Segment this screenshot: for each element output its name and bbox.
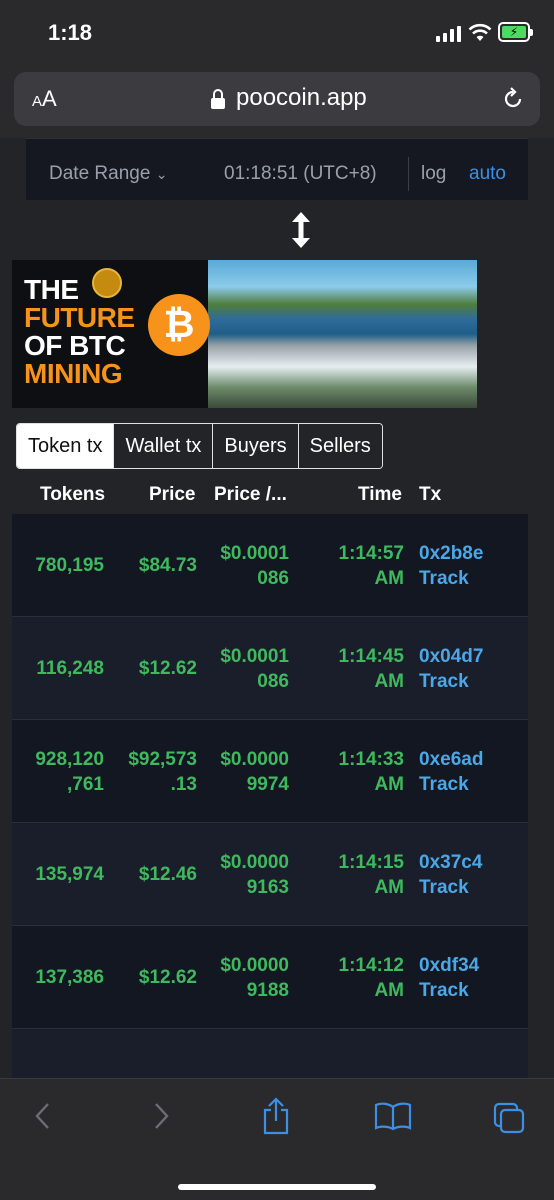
log-scale-toggle[interactable]: log bbox=[421, 163, 446, 185]
chart-controls: Date Range ⌄ 01:18:51 (UTC+8) log auto bbox=[26, 138, 528, 200]
track-link[interactable]: Track bbox=[419, 772, 483, 797]
cell-tx: 0xdf34 Track bbox=[419, 953, 479, 1003]
cell-time: 1:14:15 AM bbox=[338, 852, 405, 898]
col-price: Price bbox=[149, 484, 196, 505]
chevron-down-icon: ⌄ bbox=[155, 166, 168, 182]
table-row: 780,195 $84.73 $0.0001 086 1:14:57 AM 0x2b8e Tr… bbox=[12, 514, 528, 617]
cell-price-per-token: $0.0000 9188 bbox=[220, 955, 289, 1001]
resize-handle-icon[interactable] bbox=[288, 210, 314, 250]
tabs-icon[interactable] bbox=[492, 1101, 526, 1135]
col-price-per: Price /... bbox=[214, 484, 287, 505]
cell-price: $12.62 bbox=[138, 967, 197, 988]
address-bar[interactable]: AA poocoin.app bbox=[14, 72, 540, 126]
cell-time: 1:14:33 AM bbox=[338, 749, 405, 795]
cell-price-per-token: $0.0000 9163 bbox=[220, 852, 289, 898]
tx-tabs: Token tx Wallet tx Buyers Sellers bbox=[16, 423, 383, 469]
forward-icon[interactable] bbox=[150, 1101, 172, 1131]
cell-time: 1:14:12 AM bbox=[338, 955, 405, 1001]
divider bbox=[408, 157, 409, 191]
table-row: 928,120,761 $92,573.13 $0.0000 9974 1:14:33 A… bbox=[12, 720, 528, 823]
col-tokens: Tokens bbox=[40, 484, 106, 505]
track-link[interactable]: Track bbox=[419, 669, 483, 694]
browser-bottom-bar bbox=[0, 1078, 554, 1200]
browser-toolbar: AA poocoin.app bbox=[0, 66, 554, 144]
auto-scale-toggle[interactable]: auto bbox=[469, 163, 506, 185]
tx-hash-link[interactable]: 0xdf34 bbox=[419, 953, 479, 978]
cell-tokens: 928,120,761 bbox=[35, 749, 104, 795]
back-icon[interactable] bbox=[32, 1101, 54, 1131]
tab-buyers[interactable]: Buyers bbox=[213, 424, 299, 468]
cell-tx: 0x2b8e Track bbox=[419, 541, 483, 591]
chart-clock: 01:18:51 (UTC+8) bbox=[224, 163, 377, 184]
ad-headline: THE FUTURE OF BTC MINING bbox=[24, 274, 135, 389]
cell-price: $12.62 bbox=[138, 658, 197, 679]
reload-icon[interactable] bbox=[500, 86, 526, 112]
cell-price: $12.46 bbox=[138, 864, 197, 885]
tx-hash-link[interactable]: 0x37c4 bbox=[419, 850, 482, 875]
status-time: 1:18 bbox=[48, 20, 93, 45]
cell-price: $84.73 bbox=[138, 555, 197, 576]
cell-time: 1:14:45 AM bbox=[338, 646, 405, 692]
cell-price: $92,573.13 bbox=[128, 749, 197, 795]
tab-wallet-tx[interactable]: Wallet tx bbox=[114, 424, 214, 468]
cell-tx: 0xe6ad Track bbox=[419, 747, 483, 797]
table-row bbox=[12, 1029, 528, 1078]
track-link[interactable]: Track bbox=[419, 978, 479, 1003]
wifi-icon bbox=[468, 23, 492, 41]
bookmarks-icon[interactable] bbox=[374, 1101, 412, 1131]
home-indicator bbox=[178, 1184, 376, 1190]
table-row: 137,386 $12.62 $0.0000 9188 1:14:12 AM 0xdf34 T… bbox=[12, 926, 528, 1029]
cell-tokens: 780,195 bbox=[35, 555, 104, 576]
bitcoin-icon: ₿ bbox=[148, 294, 210, 356]
tx-hash-link[interactable]: 0xe6ad bbox=[419, 747, 483, 772]
reader-options-button[interactable]: AA bbox=[32, 86, 57, 112]
cell-tokens: 135,974 bbox=[35, 864, 104, 885]
tx-hash-link[interactable]: 0x04d7 bbox=[419, 644, 483, 669]
cell-tokens: 116,248 bbox=[36, 658, 104, 679]
cell-price-per-token: $0.0001 086 bbox=[220, 543, 289, 589]
page-content: Date Range ⌄ 01:18:51 (UTC+8) log auto T… bbox=[0, 138, 554, 1078]
cell-time: 1:14:57 AM bbox=[338, 543, 405, 589]
track-link[interactable]: Track bbox=[419, 875, 482, 900]
battery-icon: ⚡ bbox=[498, 22, 533, 42]
ad-banner[interactable]: THE FUTURE OF BTC MINING ₿ bbox=[12, 260, 477, 408]
col-tx: Tx bbox=[419, 484, 442, 505]
tx-table: 780,195 $84.73 $0.0001 086 1:14:57 AM 0x2b8e Tr… bbox=[12, 514, 528, 1078]
table-row: 135,974 $12.46 $0.0000 9163 1:14:15 AM 0x37c4 T… bbox=[12, 823, 528, 926]
cell-tx: 0x37c4 Track bbox=[419, 850, 482, 900]
status-bar: 1:18 ⚡ bbox=[0, 0, 554, 66]
tab-sellers[interactable]: Sellers bbox=[298, 424, 382, 468]
col-time: Time bbox=[358, 484, 403, 505]
url-text: poocoin.app bbox=[236, 84, 367, 111]
dam-image bbox=[208, 260, 477, 408]
cell-tx: 0x04d7 Track bbox=[419, 644, 483, 694]
date-range-dropdown[interactable]: Date Range ⌄ bbox=[49, 163, 167, 185]
tx-hash-link[interactable]: 0x2b8e bbox=[419, 541, 483, 566]
cellular-signal-icon bbox=[436, 26, 461, 42]
cell-tokens: 137,386 bbox=[35, 967, 104, 988]
share-icon[interactable] bbox=[260, 1097, 292, 1135]
track-link[interactable]: Track bbox=[419, 566, 483, 591]
table-row: 116,248 $12.62 $0.0001 086 1:14:45 AM 0x04d7 Tr… bbox=[12, 617, 528, 720]
table-header: Tokens Price Price /... Time Tx bbox=[0, 480, 554, 514]
cell-price-per-token: $0.0000 9974 bbox=[220, 749, 289, 795]
tab-token-tx[interactable]: Token tx bbox=[17, 424, 115, 468]
lock-icon bbox=[211, 89, 225, 109]
cell-price-per-token: $0.0001 086 bbox=[220, 646, 289, 692]
